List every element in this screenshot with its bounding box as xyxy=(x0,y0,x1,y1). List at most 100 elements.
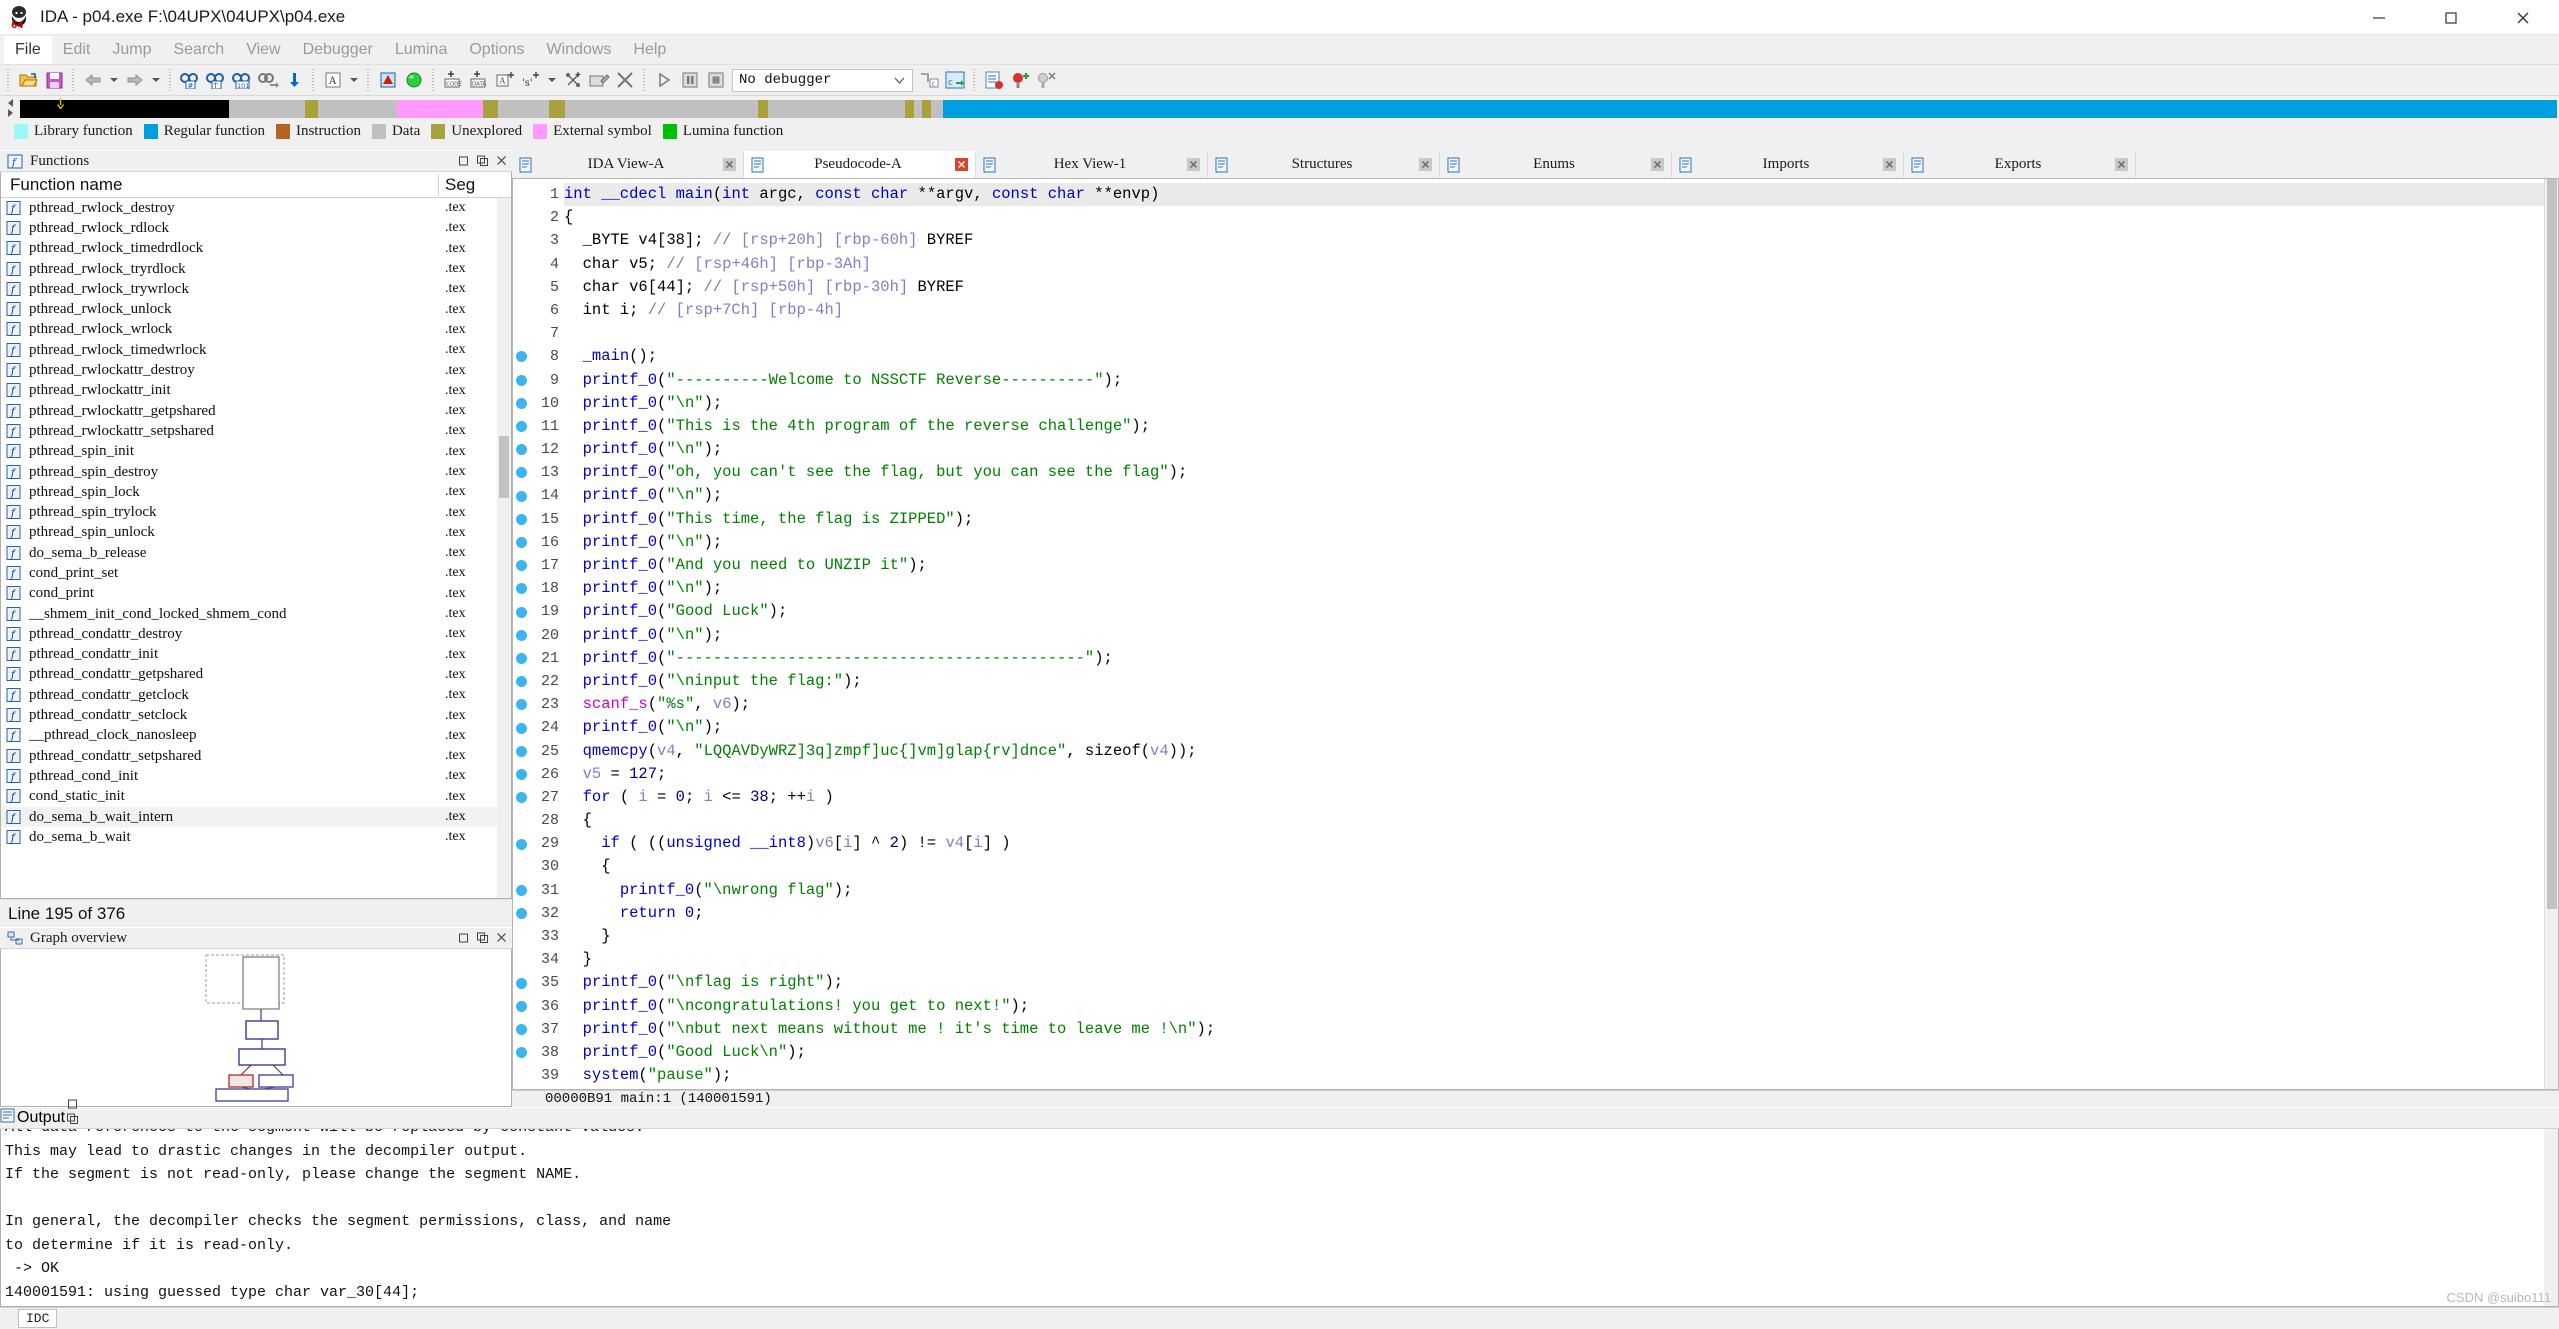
function-list-row[interactable]: f pthread_cond_init .tex xyxy=(1,766,511,786)
navband-scroll-arrows[interactable] xyxy=(3,98,17,120)
function-list-row[interactable]: f pthread_condattr_setclock .tex xyxy=(1,705,511,725)
debugger-select[interactable]: No debugger xyxy=(732,68,913,92)
breakpoint-marker[interactable] xyxy=(516,676,527,688)
breakpoint-marker[interactable] xyxy=(516,421,527,432)
code-line[interactable]: char v6[44]; // [rsp+50h] [rbp-30h] BYRE… xyxy=(564,276,2558,299)
output-panel-body[interactable]: All data references to the segment will … xyxy=(0,1129,2559,1307)
toolbar-grip[interactable] xyxy=(5,69,12,91)
search-binary-icon[interactable]: 101 xyxy=(229,67,255,93)
code-scrollbar[interactable] xyxy=(2544,179,2558,1089)
function-list-row[interactable]: f __shmem_init_cond_locked_shmem_cond .tex xyxy=(1,604,511,624)
function-list-row[interactable]: f do_sema_b_wait_intern .tex xyxy=(1,806,511,828)
font-dropdown-icon[interactable] xyxy=(346,67,362,93)
breakpoint-marker[interactable] xyxy=(516,606,527,618)
undefine-icon[interactable] xyxy=(612,67,638,93)
breakpoint-marker[interactable] xyxy=(516,467,527,479)
tab-ida-view-a[interactable]: IDA View-A xyxy=(512,151,744,178)
menu-item-search[interactable]: Search xyxy=(162,36,235,64)
code-line[interactable]: qmemcpy(v4, "LQQAVDyWRZ]3q]zmpf]uc{]vm]g… xyxy=(564,740,2558,763)
code-line[interactable]: printf_0("\n"); xyxy=(564,716,2558,739)
function-list-row[interactable]: f pthread_spin_destroy .tex xyxy=(1,462,511,482)
functions-scrollbar[interactable] xyxy=(497,198,511,898)
close-tab-icon[interactable] xyxy=(1882,157,1897,172)
toolbar-grip-6[interactable] xyxy=(430,69,437,91)
function-list-row[interactable]: f pthread_condattr_getclock .tex xyxy=(1,685,511,705)
navband-segment[interactable] xyxy=(914,100,922,118)
tab-imports[interactable]: Imports xyxy=(1672,151,1904,178)
stop-icon[interactable] xyxy=(703,67,729,93)
code-line[interactable]: { xyxy=(564,206,2558,229)
function-list-row[interactable]: f pthread_rwlockattr_init .tex xyxy=(1,381,511,401)
output-scrollbar[interactable] xyxy=(2544,1129,2558,1306)
navband-segment[interactable] xyxy=(229,100,306,118)
navigation-band[interactable] xyxy=(20,98,2557,118)
function-list-row[interactable]: f pthread_rwlockattr_getpshared .tex xyxy=(1,401,511,421)
breakpoint-marker[interactable] xyxy=(516,490,527,502)
jump-down-icon[interactable] xyxy=(281,67,307,93)
function-list-row[interactable]: f pthread_rwlock_trywrlock .tex xyxy=(1,279,511,299)
code-line[interactable]: int __cdecl main(int argc, const char **… xyxy=(564,183,2558,207)
tab-structures[interactable]: Structures xyxy=(1208,151,1440,178)
code-line[interactable]: printf_0("\ncongratulations! you get to … xyxy=(564,995,2558,1018)
run-icon[interactable] xyxy=(651,67,677,93)
forward-dropdown-icon[interactable] xyxy=(148,67,164,93)
function-list-row[interactable]: f cond_static_init .tex xyxy=(1,787,511,807)
navband-segment[interactable] xyxy=(396,100,483,118)
navband-segment[interactable] xyxy=(768,100,906,118)
step-into-icon[interactable]: c xyxy=(916,67,942,93)
menu-item-view[interactable]: View xyxy=(235,36,291,64)
function-list-row[interactable]: f pthread_rwlock_destroy .tex xyxy=(1,198,511,218)
tab-hex-view-1[interactable]: Hex View-1 xyxy=(976,151,1208,178)
functions-list[interactable]: f pthread_rwlock_destroy .tex f pthread_rwlo… xyxy=(1,198,511,898)
code-line[interactable]: printf_0("\n"); xyxy=(564,392,2558,415)
toolbar-grip-5[interactable] xyxy=(365,69,372,91)
code-line[interactable]: printf_0("\nbut next means without me ! … xyxy=(564,1018,2558,1041)
code-line[interactable]: printf_0("\n"); xyxy=(564,438,2558,461)
toolbar-grip-8[interactable] xyxy=(971,69,978,91)
pause-icon[interactable] xyxy=(677,67,703,93)
pseudocode-editor[interactable]: 1 2 3 4 5 6 7 8 9 10 11 12 13 14 15 16 17 18 19 20 21 22 23 24 2… xyxy=(512,178,2559,1090)
navband-segment[interactable] xyxy=(548,100,557,118)
make-string-icon[interactable]: 's' xyxy=(518,67,544,93)
function-list-row[interactable]: f pthread_spin_lock .tex xyxy=(1,482,511,502)
menu-item-options[interactable]: Options xyxy=(458,36,535,64)
breakpoint-marker[interactable] xyxy=(516,351,527,363)
code-line[interactable]: printf_0("------------------------------… xyxy=(564,647,2558,670)
code-line[interactable]: printf_0("\nwrong flag"); xyxy=(564,879,2558,902)
status-bar-mode[interactable]: IDC xyxy=(18,1309,58,1328)
breakpoint-marker[interactable] xyxy=(516,653,527,664)
navband-segment[interactable] xyxy=(948,100,2557,118)
close-tab-icon-active[interactable] xyxy=(954,157,969,172)
menu-item-help[interactable]: Help xyxy=(622,36,677,64)
output-float-icon[interactable] xyxy=(65,1111,80,1126)
code-line[interactable]: v5 = 127; xyxy=(564,763,2558,786)
edit-func-icon[interactable] xyxy=(586,67,612,93)
navband-segment[interactable] xyxy=(565,100,759,118)
breakpoint-list-icon[interactable] xyxy=(981,67,1007,93)
forward-arrow-icon[interactable] xyxy=(122,67,148,93)
code-line[interactable]: printf_0("\nflag is right"); xyxy=(564,971,2558,994)
graph-close-icon[interactable] xyxy=(494,930,509,945)
breakpoint-marker[interactable] xyxy=(516,583,527,595)
graph-icon[interactable] xyxy=(375,67,401,93)
menu-item-windows[interactable]: Windows xyxy=(535,36,622,64)
menu-item-jump[interactable]: Jump xyxy=(101,36,162,64)
code-line[interactable]: { xyxy=(564,855,2558,878)
function-list-row[interactable]: f pthread_rwlock_timedrdlock .tex xyxy=(1,239,511,259)
breakpoint-marker[interactable] xyxy=(516,1047,527,1059)
functions-scrollbar-thumb[interactable] xyxy=(499,436,509,498)
pseudocode-text[interactable]: int __cdecl main (int argc, const char **… xyxy=(564,179,2558,1089)
breakpoint-marker[interactable] xyxy=(516,1024,527,1036)
close-tab-icon[interactable] xyxy=(722,157,737,172)
breakpoint-marker[interactable] xyxy=(516,838,527,850)
graph-float-icon[interactable] xyxy=(475,930,490,945)
breakpoint-marker[interactable] xyxy=(516,537,527,548)
function-list-row[interactable]: f pthread_spin_unlock .tex xyxy=(1,523,511,543)
navband-segment[interactable] xyxy=(305,100,319,118)
toolbar-grip-3[interactable] xyxy=(167,69,174,91)
maximize-icon[interactable] xyxy=(2415,0,2487,35)
step-over-icon[interactable]: c xyxy=(942,67,968,93)
function-list-row[interactable]: f __pthread_clock_nanosleep .tex xyxy=(1,726,511,746)
code-line[interactable] xyxy=(564,322,2558,345)
breakpoint-marker[interactable] xyxy=(516,513,527,525)
